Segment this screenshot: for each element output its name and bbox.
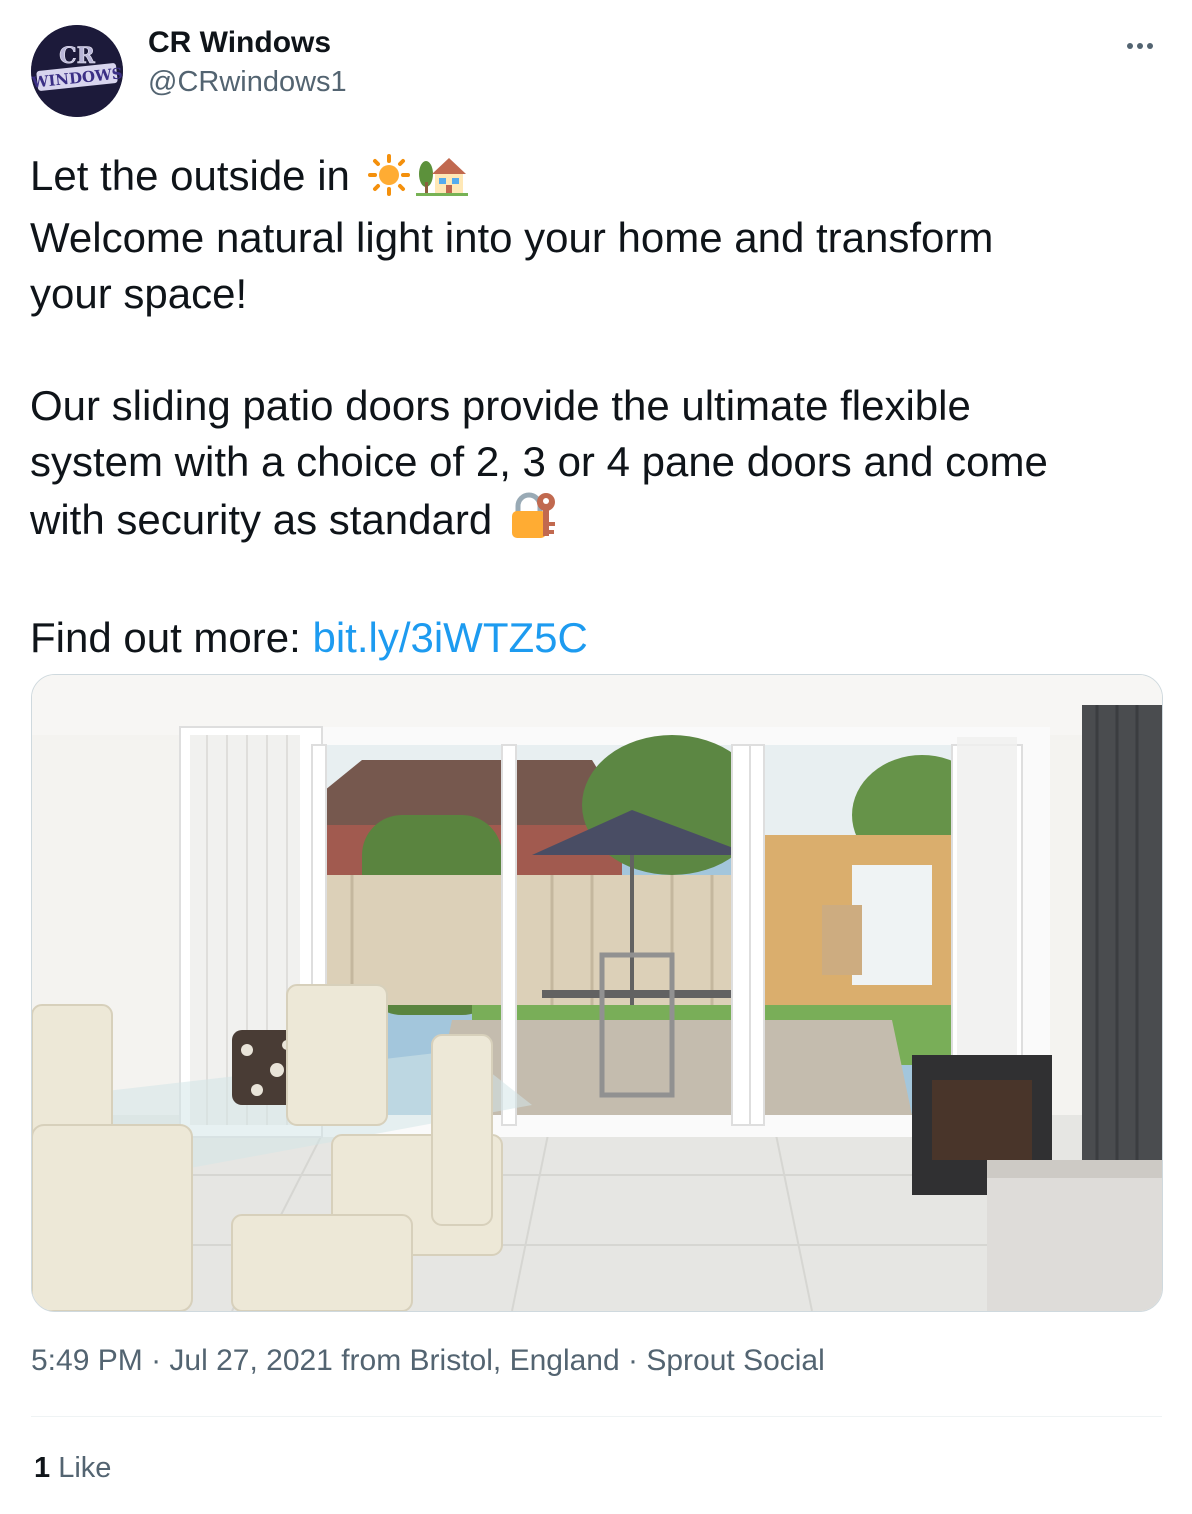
- tweet-line: Let the outside in: [30, 148, 1170, 210]
- tweet-media-photo[interactable]: [31, 674, 1163, 1312]
- author-display-name[interactable]: CR Windows: [148, 26, 331, 60]
- like-label: Like: [50, 1452, 112, 1484]
- divider: [31, 1416, 1162, 1417]
- author-avatar[interactable]: CR WINDOWS: [31, 25, 123, 117]
- tweet-line-text: Let the outside in: [30, 152, 350, 199]
- more-options-button[interactable]: [1118, 28, 1162, 64]
- tweet-date[interactable]: Jul 27, 2021: [169, 1344, 332, 1377]
- meta-separator: ·: [619, 1344, 647, 1377]
- tweet-meta: 5:49 PM · Jul 27, 2021 from Bristol, Eng…: [31, 1344, 825, 1378]
- find-more-label: Find out more:: [30, 614, 301, 661]
- meta-separator: ·: [142, 1344, 170, 1377]
- likes-count[interactable]: 1 Like: [34, 1452, 111, 1485]
- cr-windows-logo: CR WINDOWS: [31, 25, 123, 117]
- tweet-line: with security as standard: [30, 490, 1170, 554]
- sun-emoji: [366, 154, 412, 210]
- tweet-line-text: with security as standard: [30, 496, 493, 543]
- tweet-line: Our sliding patio doors provide the ulti…: [30, 382, 971, 429]
- tweet-line: Welcome natural light into your home and…: [30, 214, 994, 261]
- avatar-text-top: CR: [59, 43, 96, 69]
- more-horizontal-icon: [1127, 43, 1153, 49]
- tweet-text: Let the outside in Welcome natural light…: [30, 148, 1170, 666]
- tweet-source[interactable]: Sprout Social: [646, 1344, 824, 1377]
- tweet-time[interactable]: 5:49 PM: [31, 1344, 143, 1377]
- author-handle[interactable]: @CRwindows1: [148, 66, 347, 99]
- tweet-line: your space!: [30, 270, 248, 317]
- locked-with-key-emoji: [508, 490, 558, 554]
- tweet-link[interactable]: bit.ly/3iWTZ5C: [312, 614, 587, 661]
- like-count-number: 1: [34, 1452, 51, 1484]
- patio-doors-photo: [32, 675, 1162, 1311]
- tweet-line: Find out more: bit.ly/3iWTZ5C: [30, 610, 1170, 666]
- tweet-location[interactable]: Bristol, England: [410, 1344, 620, 1377]
- tweet-line: system with a choice of 2, 3 or 4 pane d…: [30, 438, 1048, 485]
- house-with-garden-emoji: [415, 152, 468, 210]
- meta-from: from: [332, 1344, 410, 1377]
